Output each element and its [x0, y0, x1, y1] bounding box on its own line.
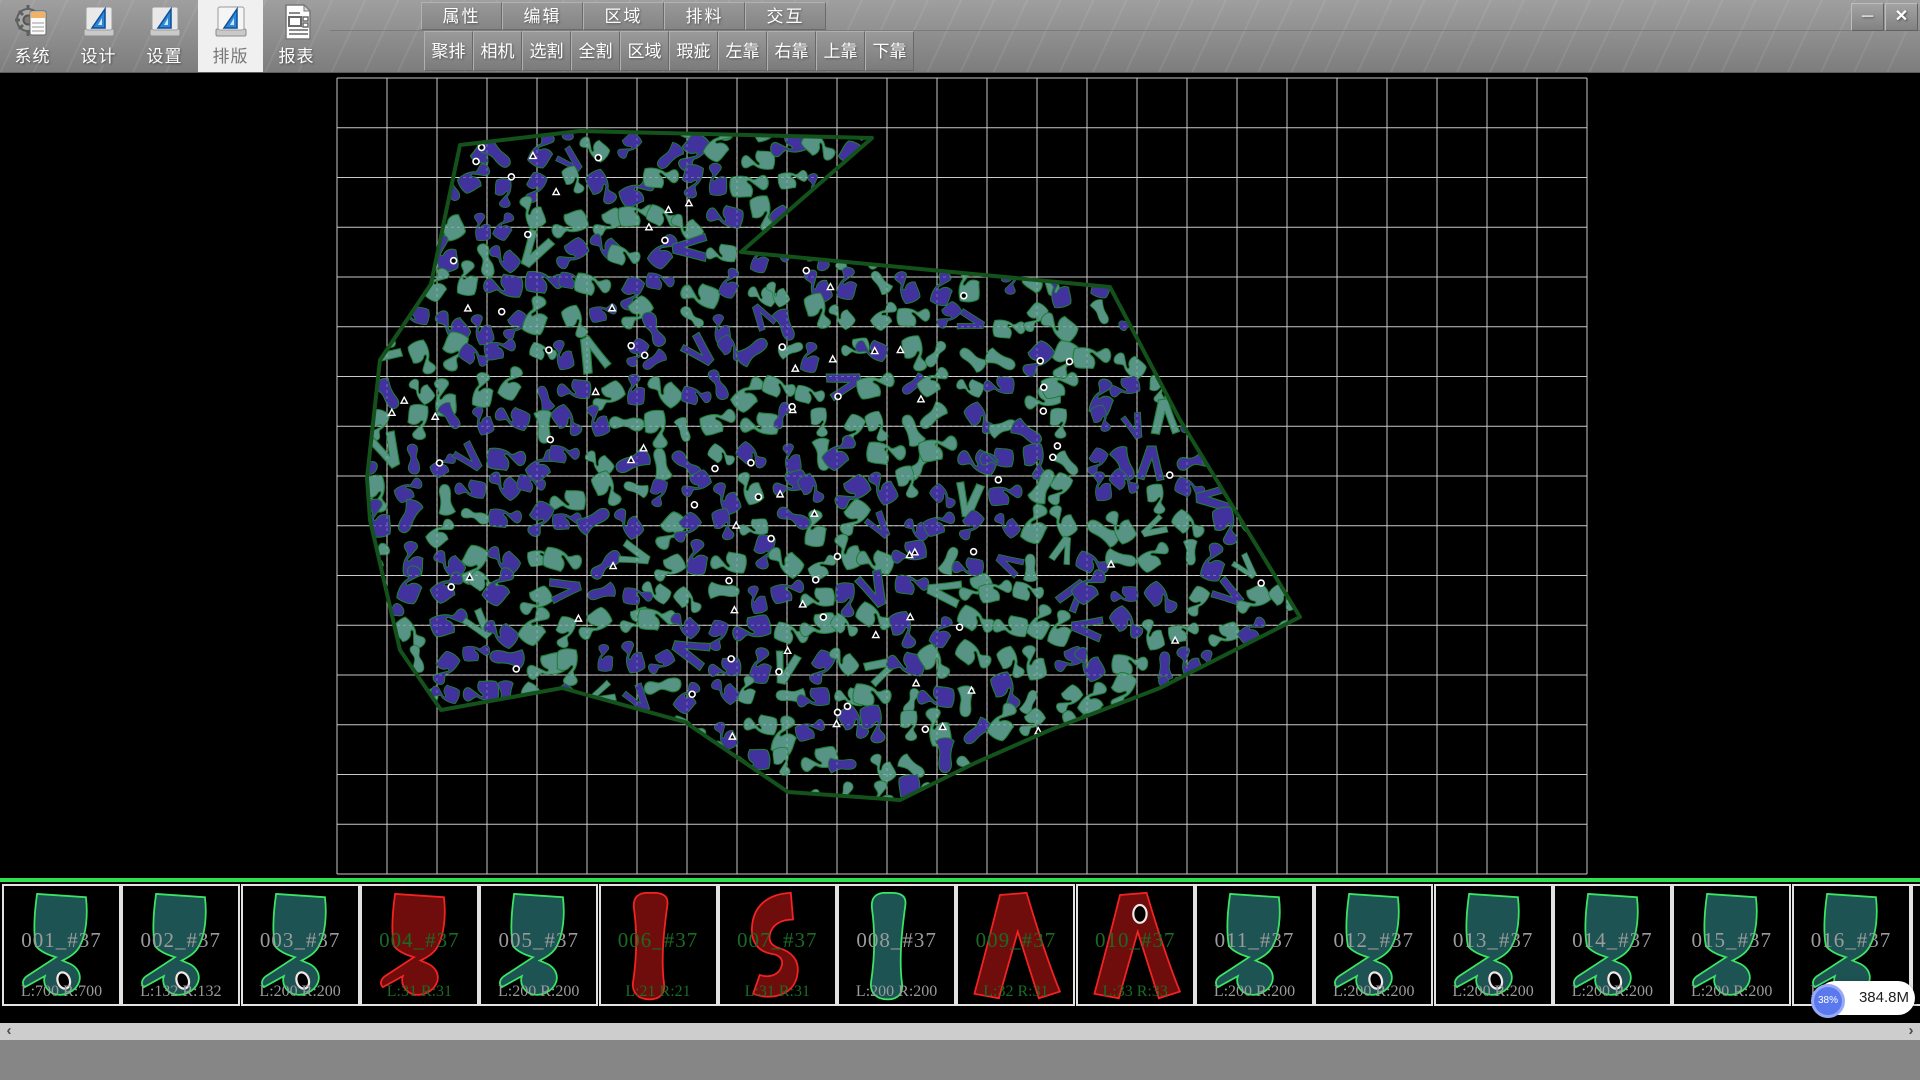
parts-strip: 001_#37L:700 R:700002_#37L:132 R:132003_…: [0, 878, 1920, 1010]
app-button-label: 设置: [132, 42, 197, 67]
app-button-label: 系统: [0, 42, 65, 67]
tool-button-6[interactable]: 左靠: [718, 31, 767, 71]
part-id-label: 012_#37: [1316, 928, 1431, 953]
tool-button-0[interactable]: 聚排: [424, 31, 473, 71]
menu-row: 属性编辑区域排料交互: [421, 2, 826, 30]
part-tile-3[interactable]: 003_#37 L:200 R:200: [241, 884, 360, 1006]
part-tile-14[interactable]: 014_#37 L:200 R:200: [1553, 884, 1672, 1006]
part-tile-7[interactable]: 007_#37 L:31 R:31: [718, 884, 837, 1006]
part-lr-label: L:200 R:200: [839, 983, 954, 1001]
app-button-report[interactable]: 报表: [264, 0, 329, 72]
part-id-label: 003_#37: [243, 928, 358, 953]
part-id-label: 002_#37: [123, 928, 238, 953]
ruler-icon: [80, 3, 118, 41]
part-id-label: 006_#37: [601, 928, 716, 953]
nesting-canvas[interactable]: [0, 73, 1920, 879]
part-lr-label: L:132 R:132: [123, 983, 238, 1001]
minimize-button[interactable]: ─: [1851, 3, 1884, 31]
nested-pieces: [326, 91, 1306, 825]
progress-badge[interactable]: 384.8M 38%: [1811, 981, 1915, 1021]
part-lr-label: L:31 R:31: [720, 983, 835, 1001]
tool-button-3[interactable]: 全割: [571, 31, 620, 71]
part-lr-label: L:33 R:33: [1078, 983, 1193, 1001]
part-tile-2[interactable]: 002_#37 L:132 R:132: [121, 884, 240, 1006]
horizontal-scrollbar[interactable]: ‹ ›: [0, 1023, 1920, 1040]
tool-button-2[interactable]: 选割: [522, 31, 571, 71]
part-id-label: 001_#37: [4, 928, 119, 953]
part-tile-4[interactable]: 004_#37 L:31 R:31: [360, 884, 479, 1006]
part-id-label: 009_#37: [958, 928, 1073, 953]
part-tile-1[interactable]: 001_#37 L:700 R:700: [2, 884, 121, 1006]
tool-button-9[interactable]: 下靠: [865, 31, 914, 71]
part-id-label: 016_#37: [1794, 928, 1909, 953]
part-id-label: 008_#37: [839, 928, 954, 953]
part-id-label: 010_#37: [1078, 928, 1193, 953]
application-window: 系统 设计 设置: [0, 0, 1920, 1080]
strip-accent-line: [0, 878, 1920, 882]
part-lr-label: L:31 R:31: [362, 983, 477, 1001]
status-bar: [0, 1040, 1920, 1080]
part-tile-6[interactable]: 006_#37 L:21 R:21: [599, 884, 718, 1006]
part-tile-12[interactable]: 012_#37 L:200 R:200: [1314, 884, 1433, 1006]
app-button-settings[interactable]: 设置: [132, 0, 197, 72]
tool-button-4[interactable]: 区域: [620, 31, 669, 71]
part-id-label: 013_#37: [1436, 928, 1551, 953]
tool-button-8[interactable]: 上靠: [816, 31, 865, 71]
part-tile-5[interactable]: 005_#37 L:200 R:200: [479, 884, 598, 1006]
part-id-label: 0: [1913, 928, 1920, 953]
part-lr-label: L:200 R:200: [1197, 983, 1312, 1001]
part-lr-label: L:200 R:200: [1316, 983, 1431, 1001]
ruler-icon: [146, 3, 184, 41]
part-id-label: 007_#37: [720, 928, 835, 953]
part-lr-label: L:200 R:200: [243, 983, 358, 1001]
part-id-label: 004_#37: [362, 928, 477, 953]
part-id-label: 005_#37: [481, 928, 596, 953]
part-lr-label: L:700 R:700: [4, 983, 119, 1001]
part-id-label: 011_#37: [1197, 928, 1312, 953]
part-lr-label: L:200 R:200: [1436, 983, 1551, 1001]
part-tile-9[interactable]: 009_#37 L:32 R:31: [956, 884, 1075, 1006]
part-tile-10[interactable]: 010_#37 L:33 R:33: [1076, 884, 1195, 1006]
tool-row: 聚排相机选割全割区域瑕疵左靠右靠上靠下靠: [424, 31, 914, 71]
app-button-nesting[interactable]: 排版: [198, 0, 263, 72]
menu-item-4[interactable]: 交互: [745, 2, 826, 30]
part-lr-label: L:200 R:200: [1555, 983, 1670, 1001]
tool-button-7[interactable]: 右靠: [767, 31, 816, 71]
badge-size-label: 384.8M: [1856, 981, 1912, 1015]
part-id-label: 015_#37: [1674, 928, 1789, 953]
menu-item-0[interactable]: 属性: [421, 2, 502, 30]
part-lr-label: L:200 R:200: [481, 983, 596, 1001]
scroll-right-arrow-icon[interactable]: ›: [1902, 1023, 1920, 1040]
badge-percent-circle: 38%: [1811, 984, 1845, 1018]
part-lr-label: L:32 R:31: [958, 983, 1073, 1001]
tool-button-5[interactable]: 瑕疵: [669, 31, 718, 71]
canvas-svg: [0, 73, 1920, 879]
part-tile-11[interactable]: 011_#37 L:200 R:200: [1195, 884, 1314, 1006]
part-id-label: 014_#37: [1555, 928, 1670, 953]
menu-item-3[interactable]: 排料: [664, 2, 745, 30]
app-button-label: 报表: [264, 42, 329, 67]
scroll-left-arrow-icon[interactable]: ‹: [0, 1023, 18, 1040]
tool-button-1[interactable]: 相机: [473, 31, 522, 71]
part-lr-label: L:200 R:200: [1674, 983, 1789, 1001]
ruler-icon: [212, 3, 250, 41]
menu-item-2[interactable]: 区域: [583, 2, 664, 30]
menu-item-1[interactable]: 编辑: [502, 2, 583, 30]
gear-icon: [14, 3, 52, 41]
report-icon: [278, 3, 316, 41]
part-tile-8[interactable]: 008_#37 L:200 R:200: [837, 884, 956, 1006]
part-tile-15[interactable]: 015_#37 L:200 R:200: [1672, 884, 1791, 1006]
part-tile-13[interactable]: 013_#37 L:200 R:200: [1434, 884, 1553, 1006]
app-button-system[interactable]: 系统: [0, 0, 65, 72]
app-button-design[interactable]: 设计: [66, 0, 131, 72]
part-lr-label: L:21 R:21: [601, 983, 716, 1001]
toolbar: 系统 设计 设置: [0, 0, 1920, 73]
close-button[interactable]: ✕: [1885, 3, 1918, 31]
app-button-label: 设计: [66, 42, 131, 67]
app-button-label: 排版: [198, 42, 263, 67]
